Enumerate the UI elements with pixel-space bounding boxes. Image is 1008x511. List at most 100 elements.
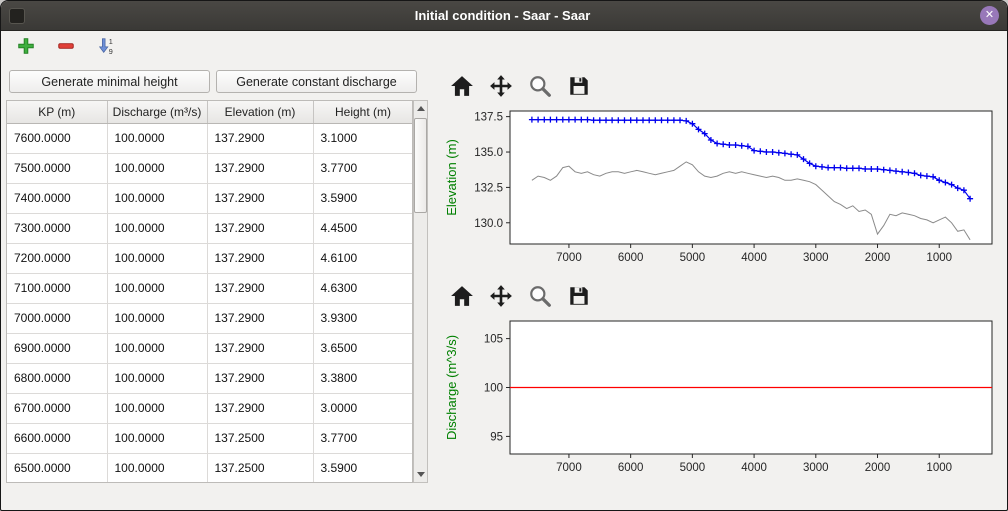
table-header-cell[interactable]: Height (m) <box>313 101 413 123</box>
table-cell[interactable]: 3.3800 <box>313 363 413 393</box>
x-tick-label: 2000 <box>865 252 891 264</box>
table-cell[interactable]: 137.2900 <box>207 183 313 213</box>
pan-button[interactable] <box>485 73 517 103</box>
table-cell[interactable]: 3.7700 <box>313 153 413 183</box>
pan-icon <box>489 74 513 103</box>
table-cell[interactable]: 137.2900 <box>207 303 313 333</box>
generate-buttons-row: Generate minimal height Generate constan… <box>9 70 417 93</box>
y-tick-label: 105 <box>484 334 503 346</box>
table-cell[interactable]: 100.0000 <box>107 123 207 153</box>
table-cell[interactable]: 3.6500 <box>313 333 413 363</box>
generate-constant-discharge-button[interactable]: Generate constant discharge <box>216 70 417 93</box>
initial-condition-table: KP (m)Discharge (m³/s)Elevation (m)Heigh… <box>6 100 413 483</box>
scroll-down-button[interactable] <box>414 467 427 482</box>
table-cell[interactable]: 3.1000 <box>313 123 413 153</box>
table-cell[interactable]: 100.0000 <box>107 333 207 363</box>
zoom-icon <box>528 284 552 313</box>
table-cell[interactable]: 137.2900 <box>207 273 313 303</box>
table-header-cell[interactable]: Discharge (m³/s) <box>107 101 207 123</box>
add-icon <box>16 36 36 61</box>
table-row: 7200.0000100.0000137.29004.6100 <box>7 243 413 273</box>
add-row-button[interactable] <box>13 35 39 61</box>
table-cell[interactable]: 100.0000 <box>107 213 207 243</box>
save-button[interactable] <box>563 283 595 313</box>
discharge-plot[interactable]: 700060005000400030002000100095100105Disc… <box>440 315 1004 483</box>
table-cell[interactable]: 7500.0000 <box>7 153 107 183</box>
generate-minimal-height-button[interactable]: Generate minimal height <box>9 70 210 93</box>
table-row: 6500.0000100.0000137.25003.5900 <box>7 453 413 483</box>
table-cell[interactable]: 6900.0000 <box>7 333 107 363</box>
table-cell[interactable]: 6700.0000 <box>7 393 107 423</box>
titlebar[interactable]: Initial condition - Saar - Saar ✕ <box>1 1 1007 31</box>
home-button[interactable] <box>446 73 478 103</box>
table-cell[interactable]: 100.0000 <box>107 243 207 273</box>
scroll-up-icon <box>417 106 425 111</box>
axes-area[interactable] <box>510 111 992 244</box>
save-button[interactable] <box>563 73 595 103</box>
table-cell[interactable]: 137.2900 <box>207 153 313 183</box>
table-cell[interactable]: 3.5900 <box>313 453 413 483</box>
pan-button[interactable] <box>485 283 517 313</box>
table-cell[interactable]: 100.0000 <box>107 303 207 333</box>
table-cell[interactable]: 3.0000 <box>313 393 413 423</box>
table-cell[interactable]: 7300.0000 <box>7 213 107 243</box>
table-cell[interactable]: 3.5900 <box>313 183 413 213</box>
x-tick-label: 6000 <box>618 462 644 474</box>
x-tick-label: 4000 <box>741 252 767 264</box>
table-cell[interactable]: 137.2900 <box>207 243 313 273</box>
elevation-plot[interactable]: 7000600050004000300020001000130.0132.513… <box>440 105 1004 273</box>
x-tick-label: 2000 <box>865 462 891 474</box>
scroll-up-button[interactable] <box>414 101 427 116</box>
discharge-plot-toolbar <box>446 281 1008 315</box>
table-cell[interactable]: 7400.0000 <box>7 183 107 213</box>
home-button[interactable] <box>446 283 478 313</box>
table-header-cell[interactable]: Elevation (m) <box>207 101 313 123</box>
table-cell[interactable]: 137.2900 <box>207 333 313 363</box>
table-cell[interactable]: 6500.0000 <box>7 453 107 483</box>
remove-row-button[interactable] <box>53 35 79 61</box>
x-tick-label: 3000 <box>803 462 829 474</box>
table-cell[interactable]: 4.4500 <box>313 213 413 243</box>
y-axis-label: Elevation (m) <box>444 139 459 216</box>
scrollbar-thumb[interactable] <box>414 118 427 213</box>
table-row: 7600.0000100.0000137.29003.1000 <box>7 123 413 153</box>
table-header-cell[interactable]: KP (m) <box>7 101 107 123</box>
table-cell[interactable]: 137.2900 <box>207 363 313 393</box>
zoom-button[interactable] <box>524 283 556 313</box>
table-cell[interactable]: 100.0000 <box>107 183 207 213</box>
sort-button[interactable]: 1 9 <box>93 35 119 61</box>
table-cell[interactable]: 7600.0000 <box>7 123 107 153</box>
table-cell[interactable]: 4.6100 <box>313 243 413 273</box>
x-tick-label: 1000 <box>926 252 952 264</box>
table-cell[interactable]: 6600.0000 <box>7 423 107 453</box>
table-cell[interactable]: 137.2500 <box>207 453 313 483</box>
home-icon <box>450 74 474 103</box>
table-cell[interactable]: 7100.0000 <box>7 273 107 303</box>
y-axis-label: Discharge (m^3/s) <box>444 335 459 440</box>
table-cell[interactable]: 7200.0000 <box>7 243 107 273</box>
table-cell[interactable]: 4.6300 <box>313 273 413 303</box>
x-tick-label: 7000 <box>556 252 582 264</box>
table-cell[interactable]: 7000.0000 <box>7 303 107 333</box>
table-cell[interactable]: 100.0000 <box>107 153 207 183</box>
table-cell[interactable]: 100.0000 <box>107 273 207 303</box>
table-cell[interactable]: 3.7700 <box>313 423 413 453</box>
table-scrollbar[interactable] <box>413 100 428 483</box>
pan-icon <box>489 284 513 313</box>
home-icon <box>450 284 474 313</box>
table-cell[interactable]: 100.0000 <box>107 453 207 483</box>
table-cell[interactable]: 137.2900 <box>207 393 313 423</box>
table-cell[interactable]: 100.0000 <box>107 363 207 393</box>
close-icon[interactable]: ✕ <box>980 6 999 25</box>
table-row: 7300.0000100.0000137.29004.4500 <box>7 213 413 243</box>
y-tick-label: 100 <box>484 383 503 395</box>
table-cell[interactable]: 6800.0000 <box>7 363 107 393</box>
table-cell[interactable]: 137.2500 <box>207 423 313 453</box>
zoom-button[interactable] <box>524 73 556 103</box>
table-cell[interactable]: 137.2900 <box>207 213 313 243</box>
table-cell[interactable]: 3.9300 <box>313 303 413 333</box>
table-cell[interactable]: 137.2900 <box>207 123 313 153</box>
elevation-plot-toolbar <box>446 71 1008 105</box>
table-cell[interactable]: 100.0000 <box>107 393 207 423</box>
table-cell[interactable]: 100.0000 <box>107 423 207 453</box>
